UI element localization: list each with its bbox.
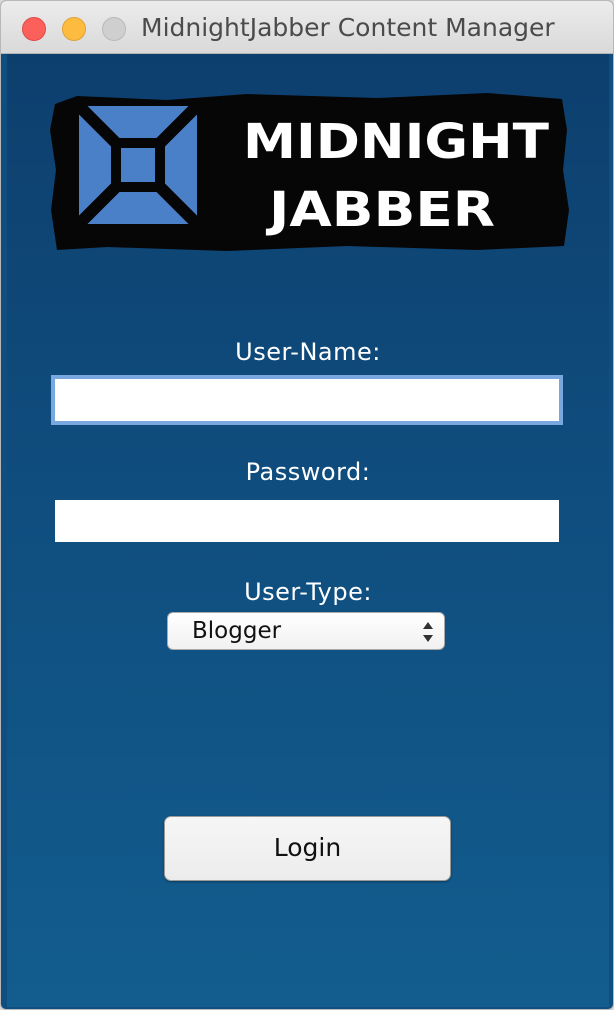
logo-text-line1: MIDNIGHT [243,114,549,170]
zoom-window-button[interactable] [102,17,126,41]
usertype-label: User-Type: [244,578,372,606]
midnight-jabber-logo: MIDNIGHT JABBER [50,93,569,251]
usertype-select[interactable]: Blogger [167,612,445,650]
up-down-arrows-icon [423,622,433,642]
username-input[interactable] [55,379,559,421]
username-label: User-Name: [235,338,381,366]
password-label: Password: [245,458,371,486]
app-window: MidnightJabber Content Manager MIDNIGHT … [0,0,614,1010]
password-input[interactable] [55,500,559,542]
login-panel: MIDNIGHT JABBER User-Name: Password: Use… [7,54,609,1007]
usertype-selected-value: Blogger [192,618,282,644]
close-window-button[interactable] [22,17,46,41]
minimize-window-button[interactable] [62,17,86,41]
window-title: MidnightJabber Content Manager [141,13,555,42]
title-bar[interactable]: MidnightJabber Content Manager [1,1,613,54]
logo-text-line2: JABBER [266,182,495,238]
login-button[interactable]: Login [164,816,451,881]
